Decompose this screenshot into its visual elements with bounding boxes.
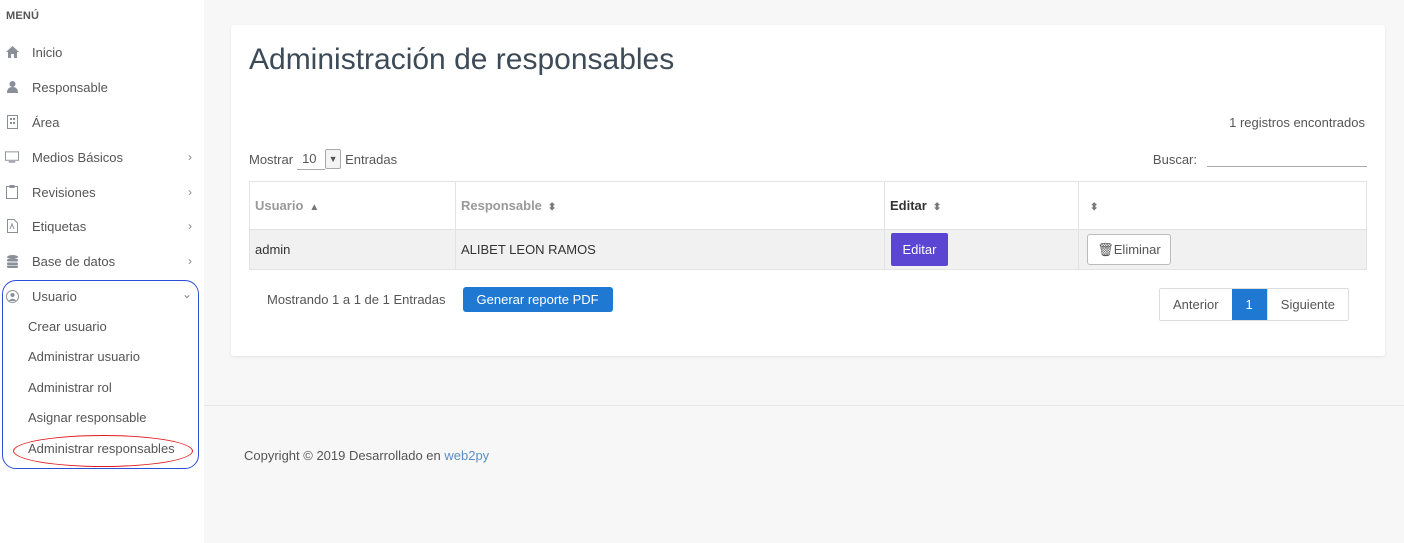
file-pdf-icon	[5, 219, 19, 233]
entries-label: Entradas	[345, 151, 398, 167]
column-label: Editar	[890, 198, 927, 213]
pagination-next[interactable]: Siguiente	[1266, 289, 1348, 320]
responsables-table: Usuario ▲ Responsable ⬍ Editar ⬍ ⬍ admin AL…	[249, 181, 1367, 270]
sidebar-item-etiquetas[interactable]: Etiquetas ›	[0, 211, 204, 241]
column-label: Usuario	[255, 198, 304, 213]
sort-icon: ⬍	[1090, 202, 1099, 213]
chevron-right-icon: ›	[188, 219, 192, 233]
sort-icon: ⬍	[932, 202, 942, 213]
copyright: Copyright © 2019 Desarrollado en web2py	[244, 448, 489, 463]
show-label: Mostrar	[249, 151, 294, 167]
sidebar-item-medios-basicos[interactable]: Medios Básicos ›	[0, 142, 204, 172]
sidebar-item-label: Revisiones	[32, 184, 96, 200]
table-row: admin ALIBET LEON RAMOS Editar 🗑Eliminar	[249, 229, 1367, 270]
column-header-editar[interactable]: Editar ⬍	[884, 181, 1079, 230]
chevron-right-icon: ›	[188, 185, 192, 199]
cell-responsable: ALIBET LEON RAMOS	[455, 229, 885, 270]
page-size-value: 10	[297, 149, 326, 170]
table-footer: Mostrando 1 a 1 de 1 Entradas Generar re…	[267, 287, 613, 312]
search-label: Buscar:	[1152, 152, 1197, 167]
page-size-control: Mostrar 10 ▼ Entradas	[249, 148, 397, 170]
menu-header: MENÚ	[6, 10, 40, 22]
footer-divider	[204, 405, 1404, 406]
generate-pdf-button[interactable]: Generar reporte PDF	[462, 287, 613, 312]
column-header-actions[interactable]: ⬍	[1078, 181, 1367, 230]
main-card: Administración de responsables 1 registr…	[231, 25, 1385, 356]
page-size-select[interactable]: 10 ▼	[297, 148, 342, 170]
edit-button[interactable]: Editar	[891, 233, 948, 266]
cell-delete: 🗑Eliminar	[1078, 229, 1367, 270]
column-label: Responsable	[461, 198, 542, 213]
sidebar-item-label: Medios Básicos	[32, 149, 124, 165]
user-icon	[5, 80, 19, 94]
sidebar-item-label: Inicio	[32, 44, 63, 60]
pagination: Anterior 1 Siguiente	[1159, 288, 1349, 321]
sidebar-item-inicio[interactable]: Inicio	[0, 37, 204, 67]
sidebar-item-revisiones[interactable]: Revisiones ›	[0, 177, 204, 207]
column-header-responsable[interactable]: Responsable ⬍	[455, 181, 885, 230]
search-input[interactable]	[1207, 150, 1367, 167]
column-header-usuario[interactable]: Usuario ▲	[249, 181, 456, 230]
sidebar: MENÚ Inicio Responsable Área Medios Bási…	[0, 0, 204, 543]
clipboard-icon	[5, 185, 19, 199]
sidebar-item-label: Base de datos	[32, 253, 116, 269]
sort-icon: ⬍	[547, 202, 557, 213]
sidebar-item-label: Etiquetas	[32, 218, 87, 234]
chevron-down-icon: ▼	[325, 149, 342, 169]
page-title: Administración de responsables	[249, 43, 675, 76]
sidebar-item-label: Área	[32, 114, 60, 130]
sort-asc-icon: ▲	[309, 202, 320, 213]
delete-label: Eliminar	[1113, 241, 1161, 257]
monitor-icon	[5, 150, 19, 164]
records-count: 1 registros encontrados	[1229, 115, 1365, 130]
cell-usuario: admin	[249, 229, 456, 270]
sidebar-item-base-de-datos[interactable]: Base de datos ›	[0, 246, 204, 276]
sidebar-item-label: Responsable	[32, 79, 108, 95]
delete-button[interactable]: 🗑Eliminar	[1087, 234, 1171, 265]
chevron-right-icon: ›	[188, 254, 192, 268]
chevron-right-icon: ›	[188, 150, 192, 164]
web2py-link[interactable]: web2py	[444, 448, 489, 463]
pagination-previous[interactable]: Anterior	[1160, 289, 1232, 320]
sidebar-item-responsable[interactable]: Responsable	[0, 72, 204, 102]
cell-edit: Editar	[884, 229, 1079, 270]
trash-icon: 🗑	[1097, 241, 1114, 257]
home-icon	[5, 45, 19, 59]
sidebar-item-area[interactable]: Área	[0, 107, 204, 137]
showing-text: Mostrando 1 a 1 de 1 Entradas	[267, 292, 446, 307]
highlight-oval-annotation	[13, 435, 193, 467]
search-control: Buscar:	[1153, 150, 1367, 167]
building-icon	[5, 115, 19, 129]
database-icon	[5, 254, 19, 268]
pagination-page-1[interactable]: 1	[1231, 289, 1267, 320]
copyright-text: Copyright © 2019 Desarrollado en	[244, 448, 445, 463]
